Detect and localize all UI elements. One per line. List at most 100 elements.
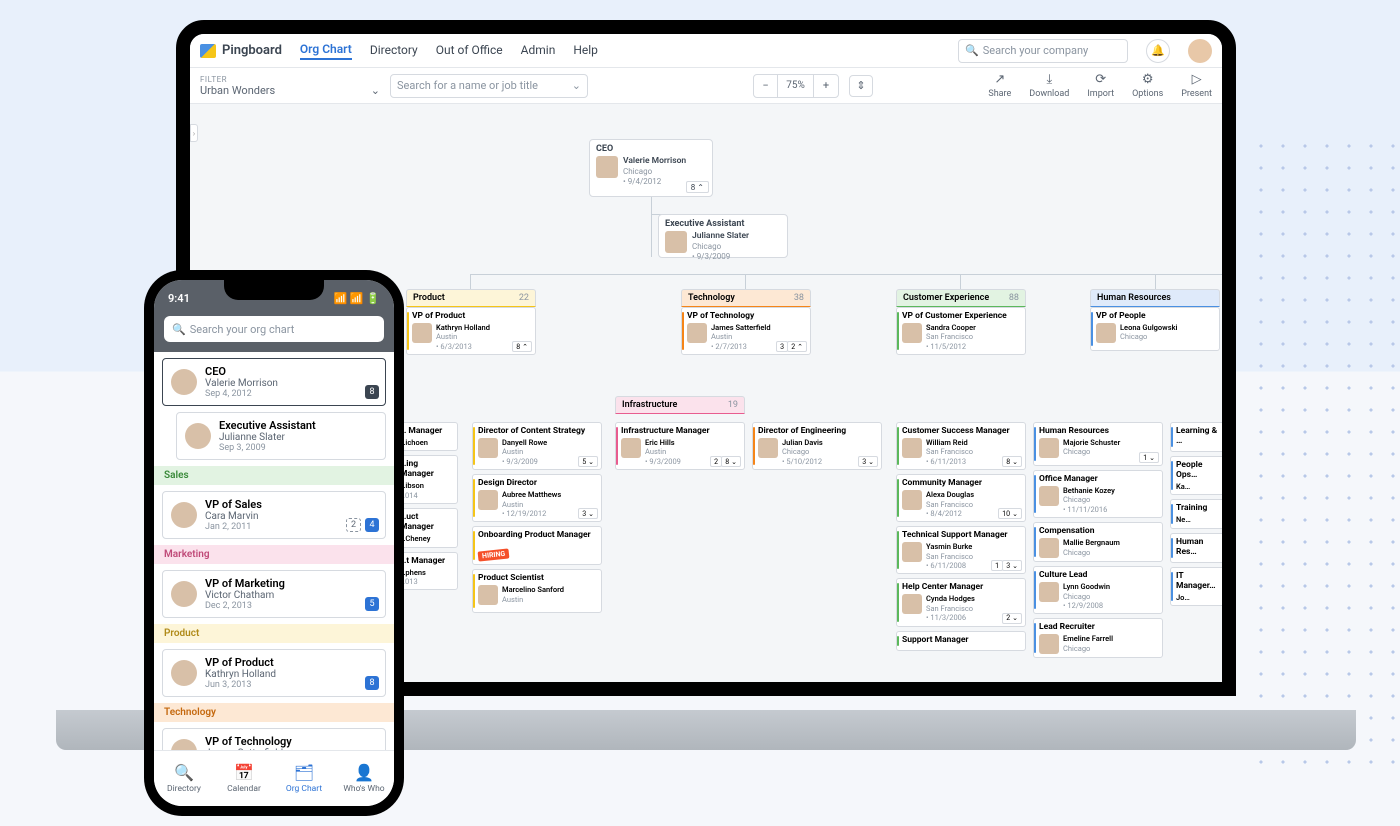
- sidebar-toggle[interactable]: ›: [190, 124, 198, 142]
- avatar: [171, 369, 197, 395]
- org-card[interactable]: Onboarding Product ManagerHIRING: [472, 526, 602, 565]
- node-title: CEO: [590, 140, 712, 154]
- user-avatar[interactable]: [1188, 39, 1212, 63]
- mobile-card[interactable]: VP of MarketingVictor ChathamDec 2, 2013…: [162, 570, 386, 618]
- direct-reports-toggle[interactable]: 8 ⌃: [686, 181, 709, 193]
- org-card[interactable]: Culture LeadLynn GoodwinChicago• 12/9/20…: [1033, 566, 1163, 614]
- org-card[interactable]: VP of PeopleLeona GulgowskiChicago: [1090, 307, 1220, 351]
- org-chart-icon: 🗂: [294, 763, 314, 782]
- tab-directory[interactable]: 🔍Directory: [154, 751, 214, 806]
- search-icon: 🔍: [172, 323, 186, 336]
- org-node-ea[interactable]: Executive Assistant Julianne Slater Chic…: [658, 214, 788, 258]
- top-nav: Pingboard Org Chart Directory Out of Off…: [190, 34, 1222, 68]
- zoom-in-button[interactable]: +: [814, 75, 838, 97]
- count-badge[interactable]: 8: [365, 385, 379, 399]
- org-card[interactable]: CompensationMallie BergnaumChicago: [1033, 522, 1163, 562]
- org-card[interactable]: Director of Content StrategyDanyell Rowe…: [472, 422, 602, 470]
- avatar: [412, 323, 432, 343]
- tab-whos-who[interactable]: 👤Who's Who: [334, 751, 394, 806]
- nav-out-of-office[interactable]: Out of Office: [436, 43, 503, 59]
- mobile-dept-header[interactable]: Marketing: [154, 545, 394, 564]
- download-button[interactable]: ⤓Download: [1029, 72, 1069, 99]
- org-card[interactable]: TrainingNe…: [1170, 499, 1222, 528]
- zoom-value: 75%: [778, 75, 814, 97]
- dept-header-technology[interactable]: Technology38: [681, 289, 811, 307]
- mobile-org-list[interactable]: CEOValerie MorrisonSep 4, 2012 8 Executi…: [154, 352, 394, 750]
- mobile-card[interactable]: VP of ProductKathryn HollandJun 3, 20138: [162, 649, 386, 697]
- share-button[interactable]: ↗Share: [988, 72, 1011, 99]
- mobile-tab-bar: 🔍Directory 📅Calendar 🗂Org Chart 👤Who's W…: [154, 750, 394, 806]
- zoom-out-button[interactable]: −: [754, 75, 778, 97]
- org-card[interactable]: Community ManagerAlexa DouglasSan Franci…: [896, 474, 1026, 522]
- dept-header-infrastructure[interactable]: Infrastructure19: [615, 396, 745, 414]
- org-card[interactable]: Lead RecruiterEmeline FarrellChicago: [1033, 618, 1163, 658]
- hiring-badge: HIRING: [478, 549, 510, 562]
- expand-icon: ⇕: [856, 79, 865, 92]
- dept-header-hr[interactable]: Human Resources: [1090, 289, 1220, 307]
- org-card[interactable]: Customer Success ManagerWilliam ReidSan …: [896, 422, 1026, 470]
- org-card[interactable]: Technical Support ManagerYasmin BurkeSan…: [896, 526, 1026, 574]
- notifications-button[interactable]: 🔔: [1146, 39, 1170, 63]
- org-card[interactable]: Director of EngineeringJulian DavisChica…: [752, 422, 882, 470]
- org-card[interactable]: Support Manager: [896, 631, 1026, 651]
- filter-label: FILTER: [200, 75, 380, 84]
- brand-logo[interactable]: Pingboard: [200, 43, 282, 58]
- search-placeholder: Search your company: [983, 44, 1089, 57]
- org-card[interactable]: Human Res…: [1170, 533, 1222, 563]
- tab-org-chart[interactable]: 🗂Org Chart: [274, 751, 334, 806]
- tab-calendar[interactable]: 📅Calendar: [214, 751, 274, 806]
- org-card[interactable]: People Ops…Ka…: [1170, 456, 1222, 495]
- dept-technology: Technology38 VP of TechnologyJames Satte…: [681, 289, 811, 359]
- mobile-card-ea[interactable]: Executive AssistantJulianne SlaterSep 3,…: [176, 412, 386, 460]
- nav-org-chart[interactable]: Org Chart: [300, 42, 352, 60]
- filter-dropdown[interactable]: FILTER Urban Wonders⌄: [200, 75, 380, 97]
- zoom-control: − 75% +: [753, 74, 839, 98]
- options-button[interactable]: ⚙Options: [1132, 72, 1163, 99]
- toolbar: FILTER Urban Wonders⌄ Search for a name …: [190, 68, 1222, 104]
- name-search-input[interactable]: Search for a name or job title ⌄: [390, 74, 588, 98]
- expand-all-button[interactable]: ⇕: [849, 75, 873, 97]
- nav-help[interactable]: Help: [573, 43, 598, 59]
- count-toggle[interactable]: 8 ⌃: [512, 341, 532, 352]
- mobile-card[interactable]: VP of TechnologyJames SatterfieldFeb 7, …: [162, 728, 386, 750]
- bell-icon: 🔔: [1151, 44, 1165, 57]
- mobile-dept-header[interactable]: Sales: [154, 466, 394, 485]
- mobile-card-ceo[interactable]: CEOValerie MorrisonSep 4, 2012 8: [162, 358, 386, 406]
- org-card[interactable]: Learning & …: [1170, 422, 1222, 452]
- org-card[interactable]: Help Center ManagerCynda HodgesSan Franc…: [896, 578, 1026, 626]
- import-button[interactable]: ⟳Import: [1087, 72, 1114, 99]
- filter-value: Urban Wonders: [200, 84, 275, 97]
- nav-admin[interactable]: Admin: [521, 43, 556, 59]
- share-icon: ↗: [994, 72, 1005, 87]
- search-icon: 🔍: [965, 44, 979, 57]
- mobile-search-input[interactable]: 🔍 Search your org chart: [164, 316, 384, 342]
- dept-header-product[interactable]: Product22: [406, 289, 536, 307]
- options-icon: ⚙: [1142, 72, 1154, 87]
- status-time: 9:41: [168, 292, 190, 305]
- dept-hr: Human Resources VP of PeopleLeona Gulgow…: [1090, 289, 1220, 355]
- mobile-card[interactable]: VP of SalesCara MarvinJan 2, 201124: [162, 491, 386, 539]
- import-icon: ⟳: [1095, 72, 1106, 87]
- org-card[interactable]: VP of Customer ExperienceSandra CooperSa…: [896, 307, 1026, 355]
- dept-header-cx[interactable]: Customer Experience88: [896, 289, 1026, 307]
- org-card[interactable]: Design DirectorAubree MatthewsAustin• 12…: [472, 474, 602, 522]
- dept-infrastructure: Infrastructure19: [615, 396, 745, 414]
- nav-directory[interactable]: Directory: [370, 43, 418, 59]
- org-card[interactable]: Human ResourcesMajorie SchusterChicago1 …: [1033, 422, 1163, 466]
- mobile-dept-header[interactable]: Technology: [154, 703, 394, 722]
- org-card[interactable]: IT Manager…Jo…: [1170, 567, 1222, 606]
- node-title: Executive Assistant: [659, 215, 787, 229]
- org-card[interactable]: VP of TechnologyJames SatterfieldAustin•…: [681, 307, 811, 355]
- org-card[interactable]: Office ManagerBethanie KozeyChicago• 11/…: [1033, 470, 1163, 518]
- org-card[interactable]: Infrastructure ManagerEric HillsAustin• …: [615, 422, 745, 470]
- download-icon: ⤓: [1046, 72, 1052, 87]
- status-icons: 📶 📶 🔋: [333, 292, 380, 305]
- phone-screen: 9:41 📶 📶 🔋 🔍 Search your org chart CEOVa…: [154, 280, 394, 806]
- present-button[interactable]: ▷Present: [1181, 72, 1212, 99]
- directory-icon: 🔍: [174, 763, 194, 782]
- company-search-input[interactable]: 🔍 Search your company: [958, 39, 1128, 63]
- mobile-dept-header[interactable]: Product: [154, 624, 394, 643]
- org-node-ceo[interactable]: CEO Valerie Morrison Chicago • 9/4/2012 …: [589, 139, 713, 197]
- org-card[interactable]: Product ScientistMarcelino SanfordAustin: [472, 569, 602, 613]
- org-card[interactable]: VP of Product Kathryn HollandAustin• 6/3…: [406, 307, 536, 355]
